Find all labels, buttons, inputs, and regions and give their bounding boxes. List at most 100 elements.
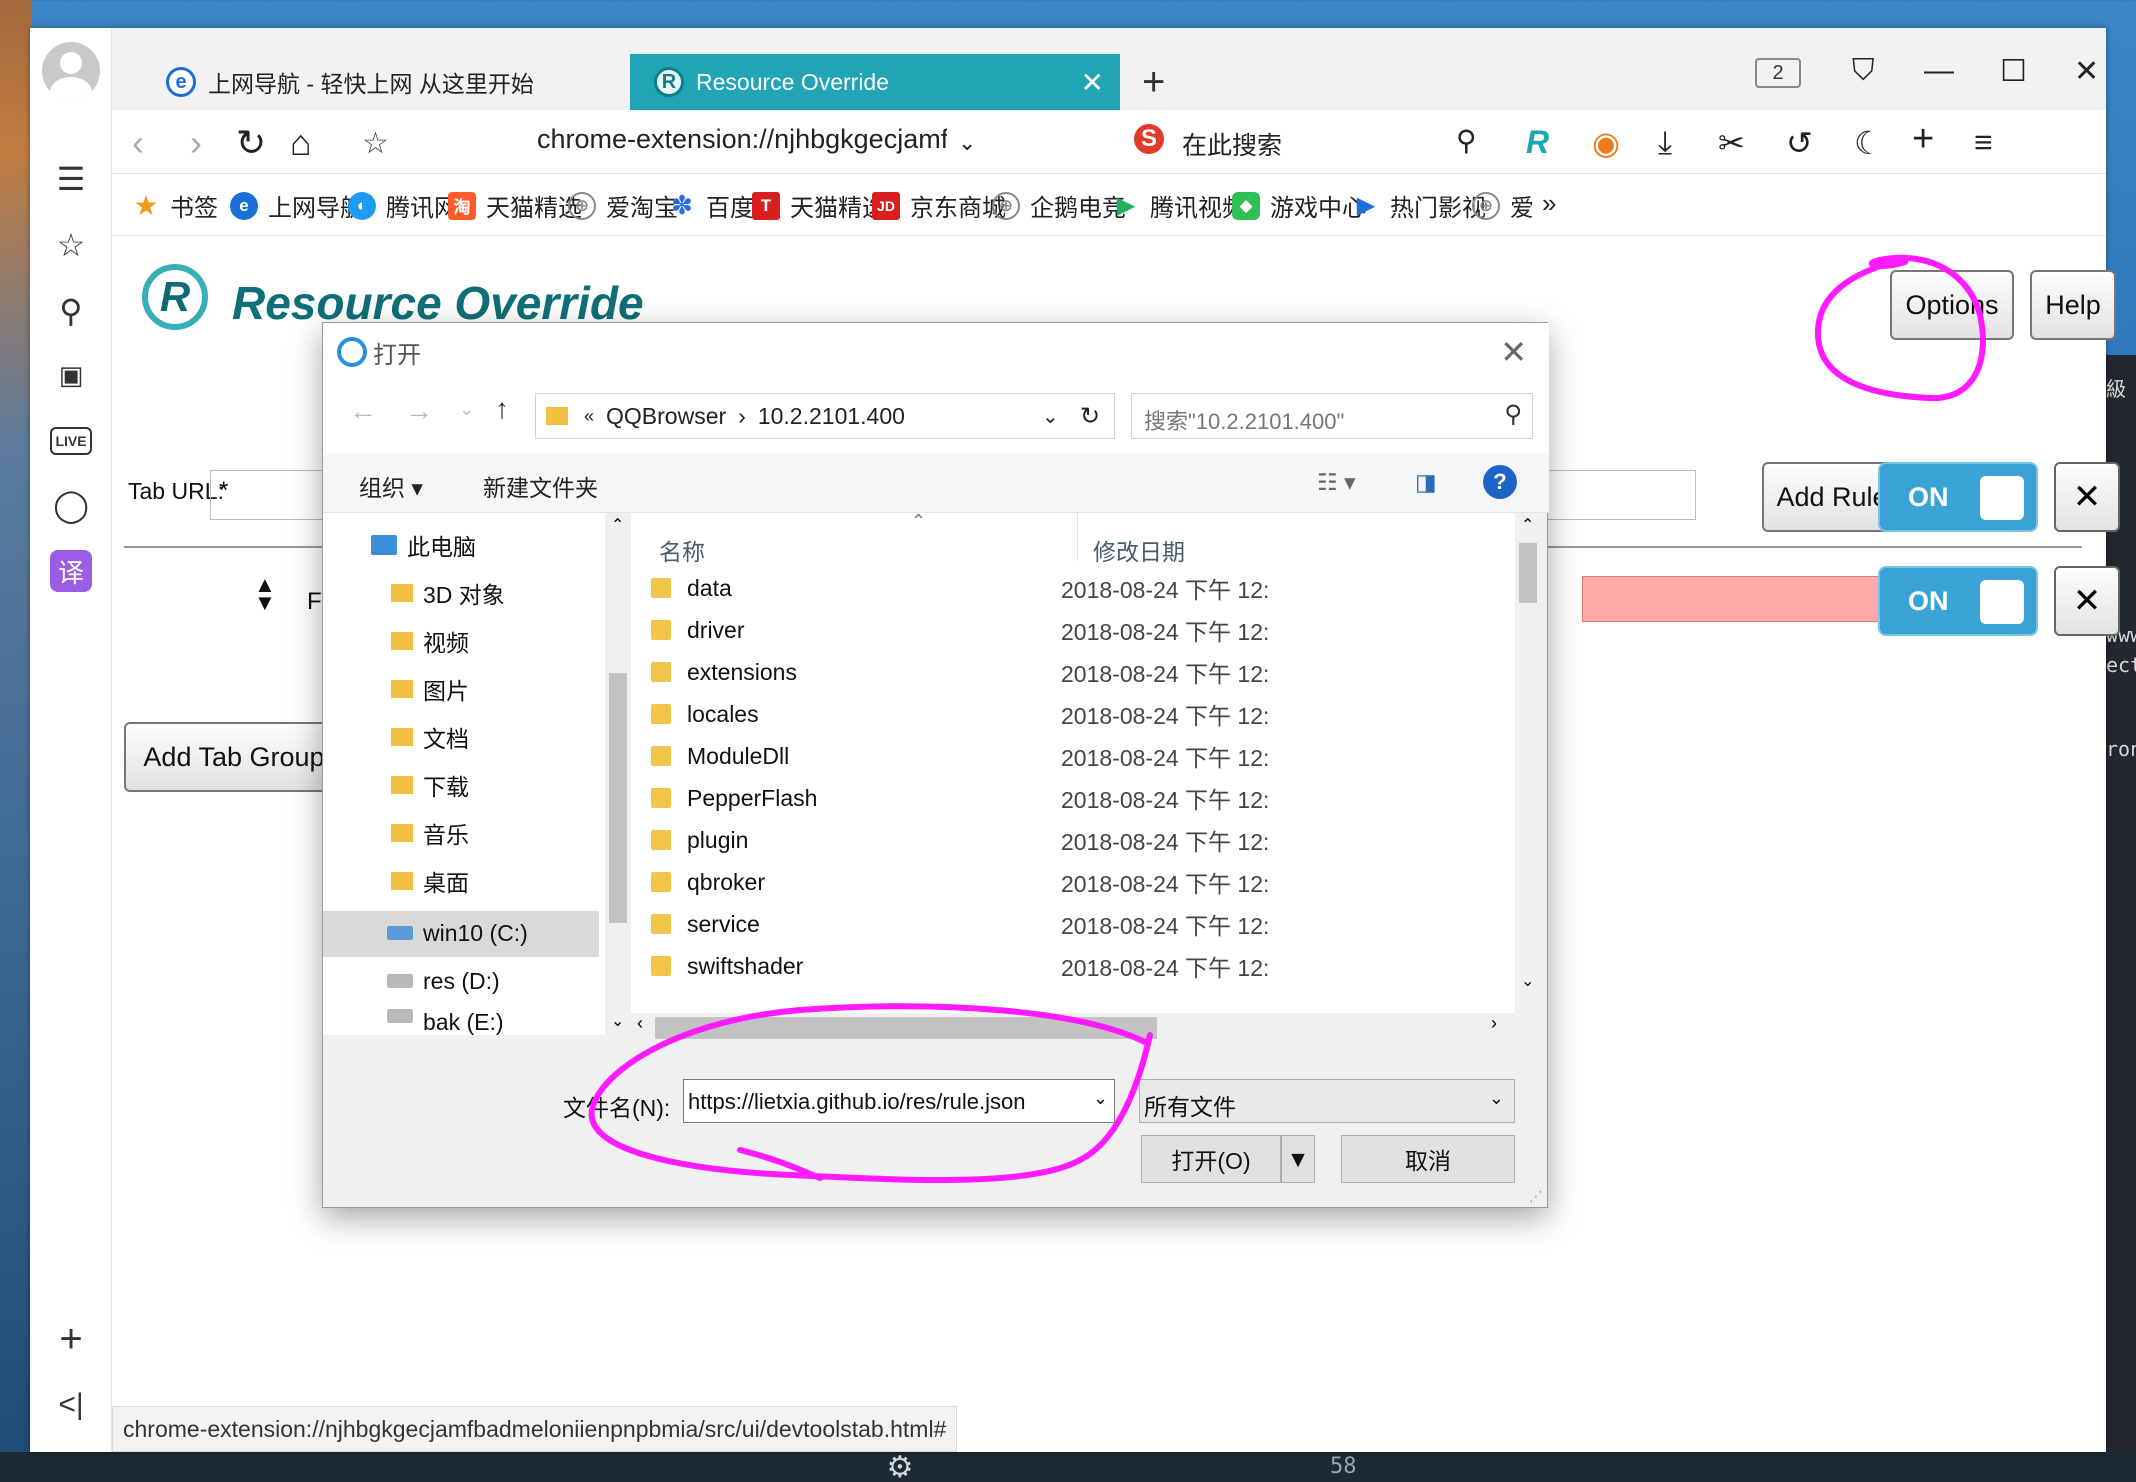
- file-row[interactable]: plugin 2018-08-24 下午 12:: [651, 819, 1511, 861]
- nav-item-drive-d[interactable]: res (D:): [387, 961, 500, 1001]
- filetype-select[interactable]: 所有文件 ⌄: [1139, 1079, 1515, 1123]
- search-icon[interactable]: ⚲: [1456, 124, 1477, 157]
- horizontal-scrollbar[interactable]: ‹ ›: [631, 1013, 1507, 1039]
- chevron-down-icon[interactable]: ⌄: [1093, 1088, 1108, 1109]
- live-icon[interactable]: LIVE: [50, 420, 92, 462]
- close-window-icon[interactable]: ✕: [2074, 54, 2099, 89]
- close-icon[interactable]: ✕: [1500, 333, 1527, 371]
- video-icon[interactable]: ▣: [50, 354, 92, 396]
- add-tab-group-button[interactable]: Add Tab Group: [124, 722, 344, 792]
- file-row[interactable]: ModuleDll 2018-08-24 下午 12:: [651, 735, 1511, 777]
- bookmark-item[interactable]: ◐ 腾讯网: [348, 188, 458, 223]
- bookmark-item[interactable]: e 上网导航: [230, 188, 364, 223]
- preview-pane-icon[interactable]: ◨: [1415, 469, 1437, 496]
- reorder-handle-icon[interactable]: ▲ ▼: [254, 574, 276, 614]
- gear-icon[interactable]: ⚙: [870, 1452, 930, 1482]
- game-icon[interactable]: ◉: [1592, 124, 1620, 162]
- chevron-down-icon[interactable]: ⌄: [459, 399, 474, 420]
- collapse-sidebar-icon[interactable]: <|: [50, 1384, 92, 1426]
- bookmark-item[interactable]: ◆ 游戏中心: [1232, 188, 1366, 223]
- search-icon[interactable]: ⚲: [50, 290, 92, 332]
- chevron-down-icon[interactable]: ⌄: [1042, 404, 1059, 429]
- bookmark-item[interactable]: ⊕ 爱淘宝: [568, 188, 678, 223]
- cancel-button[interactable]: 取消: [1341, 1135, 1515, 1183]
- file-row[interactable]: driver 2018-08-24 下午 12:: [651, 609, 1511, 651]
- scroll-up-icon[interactable]: ⌃: [1521, 515, 1534, 535]
- file-row[interactable]: PepperFlash 2018-08-24 下午 12:: [651, 777, 1511, 819]
- options-button[interactable]: Options: [1890, 270, 2014, 340]
- file-row[interactable]: swiftshader 2018-08-24 下午 12:: [651, 945, 1511, 987]
- organize-menu[interactable]: 组织 ▾: [359, 469, 423, 503]
- maximize-icon[interactable]: ☐: [2000, 54, 2027, 89]
- bookmark-item[interactable]: ✽ 百度: [668, 188, 754, 223]
- tab-count-badge[interactable]: 2: [1755, 58, 1801, 88]
- resource-override-ext-icon[interactable]: R: [1526, 124, 1549, 161]
- new-tab-icon[interactable]: +: [1142, 60, 1165, 105]
- nav-item-drive-e[interactable]: bak (E:): [387, 1009, 504, 1035]
- scroll-down-icon[interactable]: ⌄: [611, 1011, 624, 1031]
- tab-resource-override[interactable]: R Resource Override ✕: [630, 54, 1120, 110]
- bookmark-item[interactable]: 淘天猫精选: [448, 188, 582, 223]
- scroll-right-icon[interactable]: ›: [1491, 1013, 1497, 1034]
- help-button[interactable]: Help: [2030, 270, 2116, 340]
- tab-navigation[interactable]: e 上网导航 - 轻快上网 从这里开始: [142, 54, 622, 110]
- bookmark-item[interactable]: ⊕ 企鹅电竞: [992, 188, 1126, 223]
- nav-item-downloads[interactable]: 下载: [391, 765, 469, 805]
- delete-tab-group-button[interactable]: ✕: [2054, 462, 2120, 532]
- resize-grip-icon[interactable]: ⋰: [1529, 1188, 1543, 1205]
- new-folder-button[interactable]: 新建文件夹: [483, 469, 598, 503]
- view-options-icon[interactable]: ☷ ▾: [1317, 469, 1356, 496]
- skin-icon[interactable]: ⛉: [1852, 54, 1875, 88]
- bookmark-item[interactable]: T 天猫精选: [752, 188, 886, 223]
- file-row[interactable]: service 2018-08-24 下午 12:: [651, 903, 1511, 945]
- breadcrumb-item[interactable]: 10.2.2101.400: [758, 403, 905, 430]
- forward-icon[interactable]: ›: [190, 122, 202, 164]
- add-icon[interactable]: +: [50, 1317, 92, 1361]
- scroll-thumb[interactable]: [655, 1017, 1157, 1039]
- nav-item-drive-c[interactable]: win10 (C:): [387, 913, 528, 953]
- file-row[interactable]: locales 2018-08-24 下午 12:: [651, 693, 1511, 735]
- back-icon[interactable]: ‹: [132, 122, 144, 164]
- moon-icon[interactable]: ☾: [1854, 124, 1883, 162]
- chat-icon[interactable]: ◯: [50, 484, 92, 526]
- scroll-thumb[interactable]: [1519, 543, 1537, 603]
- scroll-up-icon[interactable]: ⌃: [611, 515, 624, 535]
- bookmark-item[interactable]: ★ 书签: [132, 188, 218, 223]
- nav-item-pictures[interactable]: 图片: [391, 669, 469, 709]
- filename-input[interactable]: https://lietxia.github.io/res/rule.json …: [683, 1079, 1115, 1123]
- scroll-thumb[interactable]: [609, 673, 627, 923]
- close-tab-icon[interactable]: ✕: [1081, 66, 1104, 99]
- nav-item-desktop[interactable]: 桌面: [391, 861, 469, 901]
- nav-scrollbar[interactable]: ⌃ ⌄: [605, 513, 631, 1035]
- bookmark-item[interactable]: ▶ 腾讯视频: [1112, 188, 1246, 223]
- bookmark-item[interactable]: ⊕ 爱: [1472, 188, 1534, 223]
- search-input[interactable]: 搜索"10.2.2101.400" ⚲: [1131, 393, 1533, 439]
- search-input[interactable]: 在此搜索: [1182, 126, 1282, 162]
- up-icon[interactable]: ↑: [495, 393, 509, 425]
- breadcrumb-item[interactable]: QQBrowser: [606, 403, 726, 430]
- open-button[interactable]: 打开(O): [1141, 1135, 1281, 1183]
- bookmark-item[interactable]: ▶ 热门影视: [1352, 188, 1486, 223]
- menu-icon[interactable]: ≡: [1974, 124, 1993, 161]
- breadcrumb[interactable]: « QQBrowser › 10.2.2101.400 ⌄ ↻: [535, 393, 1115, 439]
- column-name[interactable]: 名称: [659, 533, 705, 567]
- download-icon[interactable]: ⤓: [1658, 124, 1672, 162]
- forward-icon[interactable]: →: [405, 395, 433, 427]
- minimize-icon[interactable]: —: [1924, 54, 1954, 88]
- translate-icon[interactable]: 译: [50, 550, 92, 592]
- file-row[interactable]: extensions 2018-08-24 下午 12:: [651, 651, 1511, 693]
- sogou-search-icon[interactable]: S: [1134, 124, 1164, 154]
- nav-item-this-pc[interactable]: 此电脑: [371, 525, 476, 565]
- url-input[interactable]: chrome-extension://njhbgkgecjamfbadme: [537, 124, 947, 155]
- reader-icon[interactable]: ☰: [50, 158, 92, 200]
- rule-toggle[interactable]: ON: [1878, 566, 2038, 636]
- back-icon[interactable]: ←: [349, 395, 377, 427]
- column-date[interactable]: 修改日期: [1093, 533, 1185, 567]
- bookmark-item[interactable]: JD 京东商城: [872, 188, 1006, 223]
- file-row[interactable]: qbroker 2018-08-24 下午 12:: [651, 861, 1511, 903]
- home-icon[interactable]: ⌂: [290, 122, 312, 164]
- nav-item-3d-objects[interactable]: 3D 对象: [391, 573, 505, 613]
- chevron-down-icon[interactable]: ⌄: [958, 130, 976, 156]
- open-dropdown-icon[interactable]: ▼: [1281, 1135, 1315, 1183]
- undo-icon[interactable]: ↺: [1786, 124, 1813, 162]
